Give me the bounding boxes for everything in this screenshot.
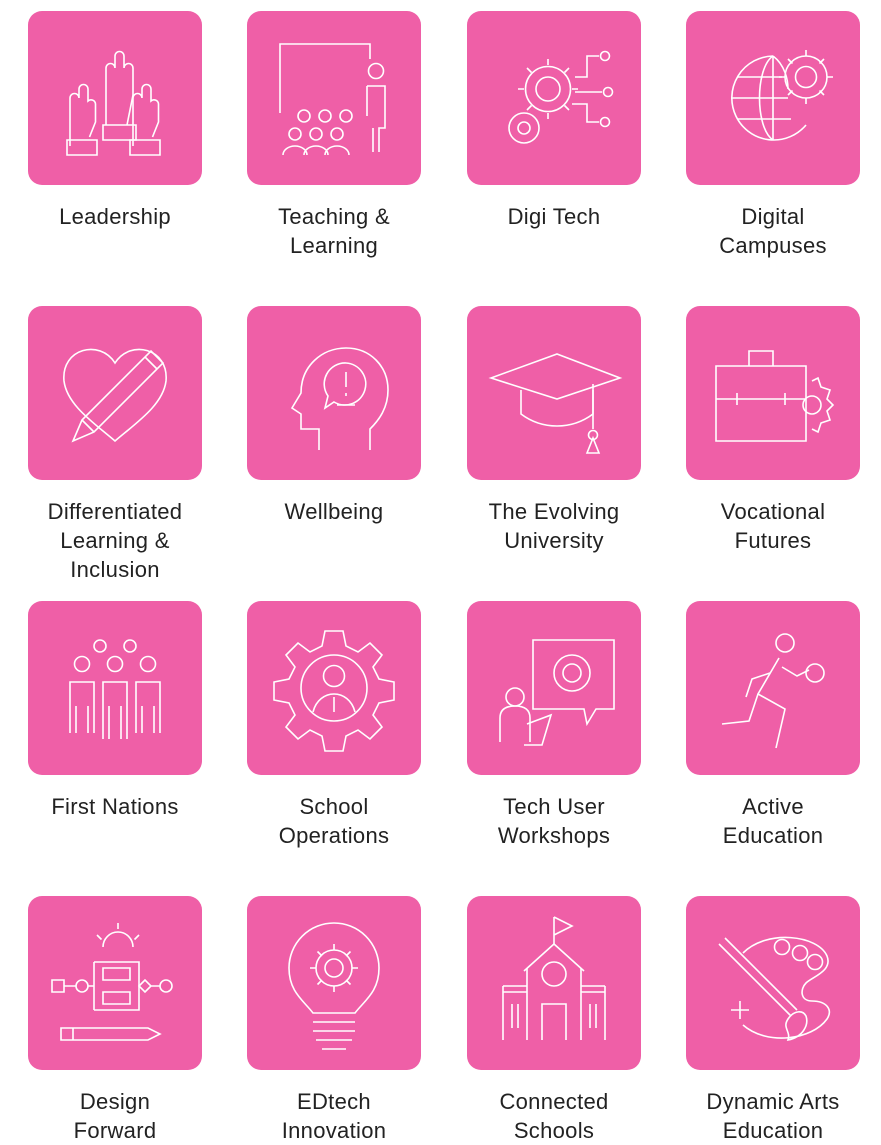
tile-icon-box [247, 11, 421, 185]
tile-differentiated-learning[interactable]: Differentiated Learning & Inclusion [28, 306, 202, 584]
tile-label: Digi Tech [507, 204, 601, 229]
tile-label: Wellbeing [284, 499, 384, 524]
tile-label: Design Forward [73, 1089, 157, 1143]
tile-icon-box [686, 896, 860, 1070]
tile-label: School Operations [278, 794, 390, 848]
tile-icon-box [467, 896, 641, 1070]
tile-evolving-university[interactable]: The Evolving University [467, 306, 641, 555]
raised-hands-icon [40, 23, 190, 173]
head-alert-icon [259, 318, 409, 468]
palette-brush-icon [698, 908, 848, 1058]
people-group-icon [40, 613, 190, 763]
tile-wellbeing[interactable]: Wellbeing [247, 306, 421, 526]
tile-icon-box [247, 306, 421, 480]
tile-label: Teaching & Learning [278, 204, 390, 258]
tile-icon-box [28, 601, 202, 775]
tile-edtech-innovation[interactable]: EDtech Innovation [247, 896, 421, 1145]
lightbulb-gear-icon [259, 908, 409, 1058]
tile-icon-box [686, 601, 860, 775]
tile-connected-schools[interactable]: Connected Schools [467, 896, 641, 1145]
tile-dynamic-arts[interactable]: Dynamic Arts Education [686, 896, 860, 1145]
tile-tech-user-workshops[interactable]: Tech User Workshops [467, 601, 641, 850]
tile-label: Leadership [59, 204, 171, 229]
globe-gear-icon [698, 23, 848, 173]
graduation-cap-icon [479, 318, 629, 468]
tile-icon-box [467, 306, 641, 480]
tile-label: Tech User Workshops [497, 794, 611, 848]
tile-label: EDtech Innovation [281, 1089, 387, 1143]
tile-active-education[interactable]: Active Education [686, 601, 860, 850]
tile-icon-box [686, 306, 860, 480]
presentation-icon [259, 23, 409, 173]
tile-icon-box [247, 601, 421, 775]
tile-label: Vocational Futures [720, 499, 826, 553]
tile-school-operations[interactable]: School Operations [247, 601, 421, 850]
tile-icon-box [28, 896, 202, 1070]
gear-person-icon [259, 613, 409, 763]
runner-icon [698, 613, 848, 763]
tile-leadership[interactable]: Leadership [28, 11, 202, 231]
tile-icon-box [467, 11, 641, 185]
tile-icon-box [467, 601, 641, 775]
tile-digital-campuses[interactable]: Digital Campuses [686, 11, 860, 260]
flowchart-icon [40, 908, 190, 1058]
tile-vocational-futures[interactable]: Vocational Futures [686, 306, 860, 555]
briefcase-gear-icon [698, 318, 848, 468]
tile-icon-box [28, 306, 202, 480]
school-building-icon [479, 908, 629, 1058]
heart-pencil-icon [40, 318, 190, 468]
tile-icon-box [28, 11, 202, 185]
gears-circuit-icon [479, 23, 629, 173]
tile-label: Digital Campuses [719, 204, 827, 258]
tile-label: Dynamic Arts Education [706, 1089, 840, 1143]
tile-label: Differentiated Learning & Inclusion [47, 499, 183, 582]
tile-digi-tech[interactable]: Digi Tech [467, 11, 641, 231]
tile-design-forward[interactable]: Design Forward [28, 896, 202, 1145]
tile-first-nations[interactable]: First Nations [28, 601, 202, 821]
tile-icon-box [686, 11, 860, 185]
presenter-gear-icon [479, 613, 629, 763]
tile-label: Active Education [722, 794, 824, 848]
tile-label: First Nations [51, 794, 179, 819]
tile-label: The Evolving University [488, 499, 620, 553]
tile-label: Connected Schools [499, 1089, 609, 1143]
tile-icon-box [247, 896, 421, 1070]
tile-teaching-learning[interactable]: Teaching & Learning [247, 11, 421, 260]
